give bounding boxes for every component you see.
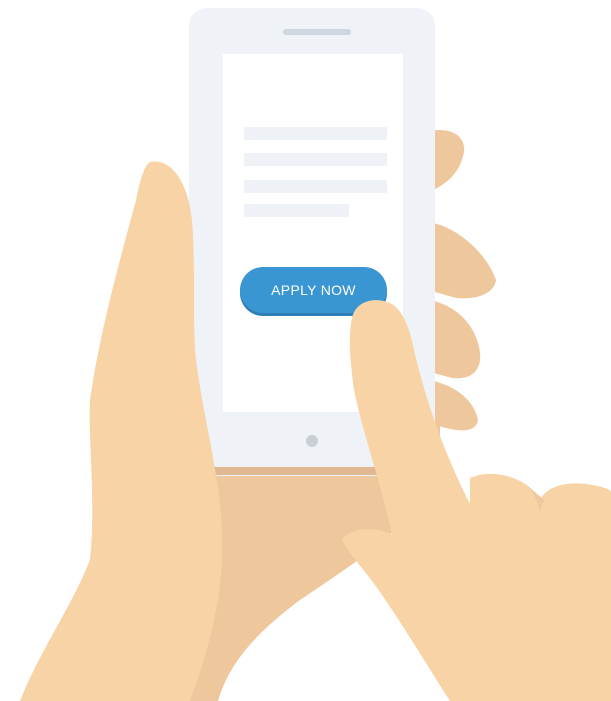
home-button[interactable] xyxy=(306,435,318,447)
placeholder-line xyxy=(244,127,387,140)
left-hand xyxy=(20,161,223,701)
phone-speaker xyxy=(283,29,351,35)
back-finger-2 xyxy=(428,222,496,299)
placeholder-line xyxy=(244,153,387,166)
placeholder-line xyxy=(244,204,349,217)
illustration: APPLY NOW xyxy=(20,8,611,701)
back-finger-3 xyxy=(430,300,481,379)
apply-now-button-label: APPLY NOW xyxy=(271,282,356,298)
placeholder-line xyxy=(244,180,387,193)
